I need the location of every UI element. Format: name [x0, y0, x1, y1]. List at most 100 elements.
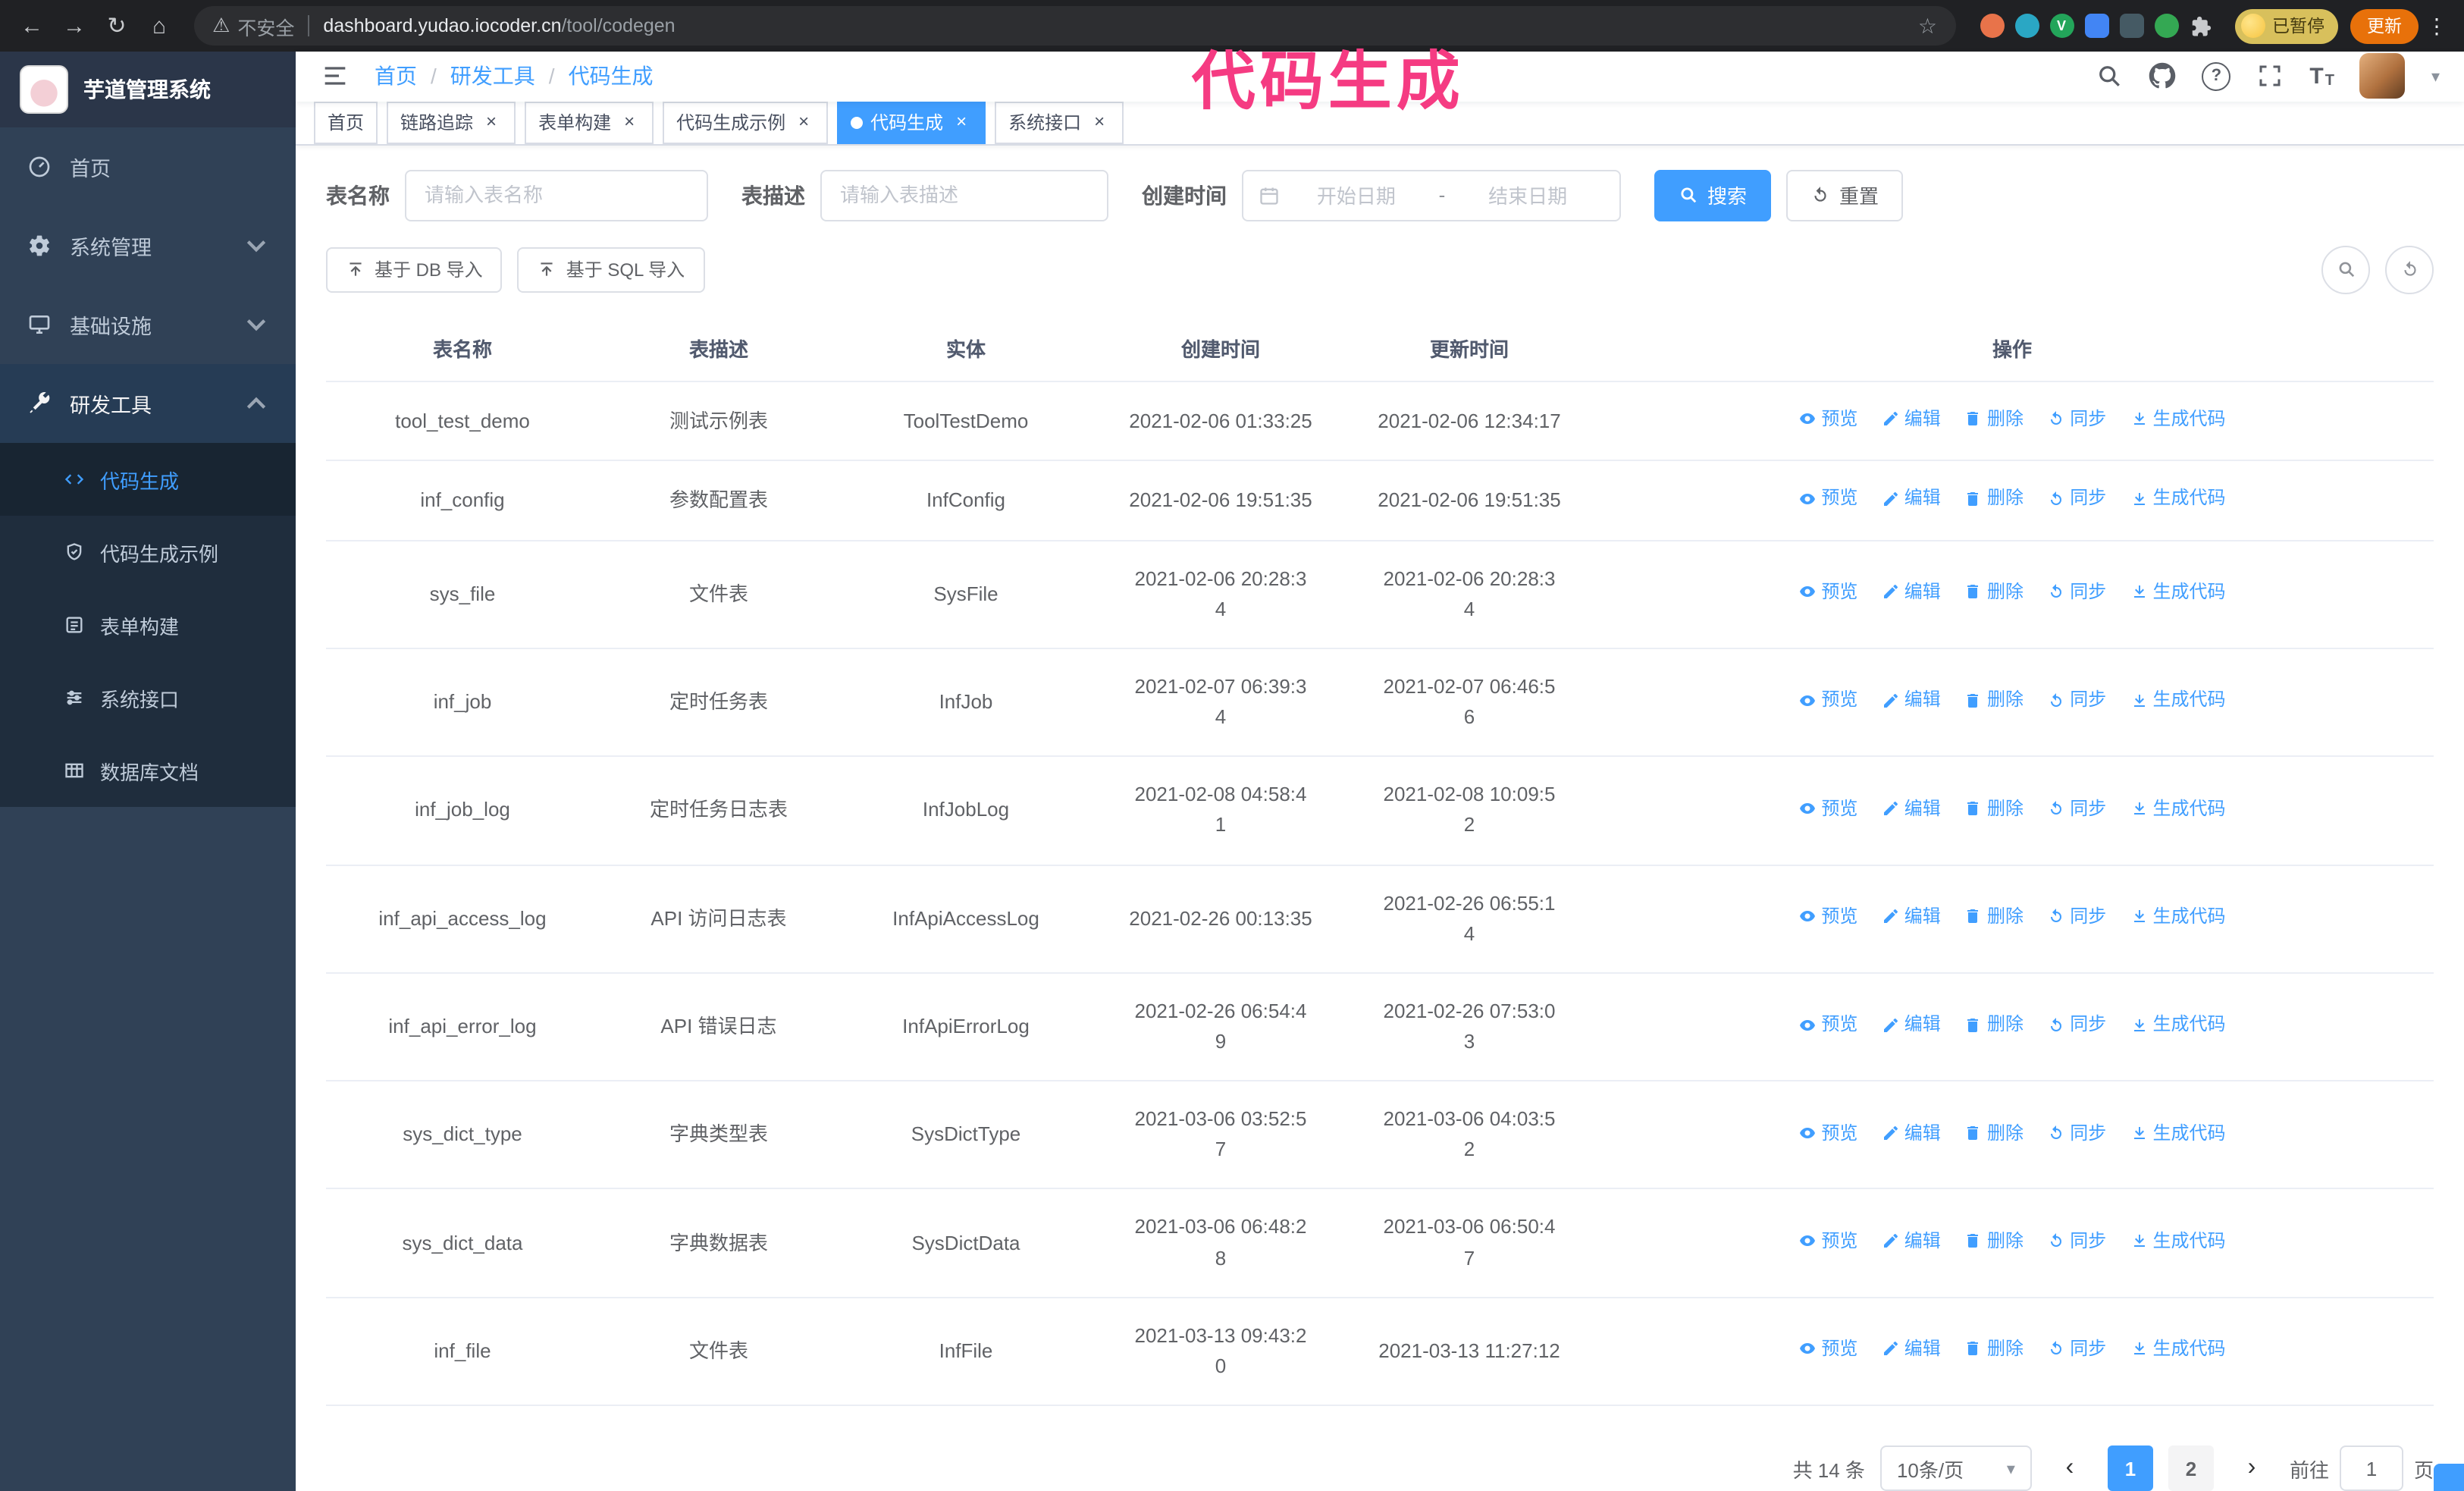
- puzzle-icon[interactable]: [2189, 14, 2213, 38]
- tag-item[interactable]: 代码生成示例 ×: [663, 101, 829, 144]
- page-number-button[interactable]: 1: [2107, 1445, 2153, 1491]
- preview-link[interactable]: 预览: [1798, 405, 1857, 433]
- tag-close-icon[interactable]: ×: [481, 111, 502, 133]
- extension-icon-5[interactable]: [2119, 14, 2143, 38]
- tag-close-icon[interactable]: ×: [619, 111, 640, 133]
- extension-icon-6[interactable]: [2154, 14, 2178, 38]
- corner-floating-button[interactable]: [2434, 1464, 2464, 1491]
- delete-link[interactable]: 删除: [1964, 485, 2024, 513]
- sync-link[interactable]: 同步: [2047, 686, 2106, 714]
- extension-icon-4[interactable]: [2084, 14, 2108, 38]
- sidebar-item-codegen-example[interactable]: 代码生成示例: [0, 516, 296, 589]
- sync-link[interactable]: 同步: [2047, 405, 2106, 433]
- search-button[interactable]: 搜索: [1654, 169, 1772, 221]
- sidebar-item-home[interactable]: 首页: [0, 127, 296, 206]
- tag-close-icon[interactable]: ×: [793, 111, 814, 133]
- generate-code-link[interactable]: 生成代码: [2130, 1227, 2226, 1255]
- tag-close-icon[interactable]: ×: [951, 111, 972, 133]
- generate-code-link[interactable]: 生成代码: [2130, 794, 2226, 822]
- preview-link[interactable]: 预览: [1798, 902, 1857, 931]
- generate-code-link[interactable]: 生成代码: [2130, 1335, 2226, 1363]
- sidebar-item-db-doc[interactable]: 数据库文档: [0, 734, 296, 807]
- tag-item[interactable]: 代码生成 ×: [837, 101, 986, 144]
- goto-page-input[interactable]: [2339, 1445, 2403, 1491]
- sync-link[interactable]: 同步: [2047, 902, 2106, 931]
- edit-link[interactable]: 编辑: [1882, 1119, 1941, 1147]
- tag-item[interactable]: 首页: [314, 101, 378, 144]
- generate-code-link[interactable]: 生成代码: [2130, 1011, 2226, 1039]
- sidebar-item-infra[interactable]: 基础设施: [0, 285, 296, 364]
- preview-link[interactable]: 预览: [1798, 1227, 1857, 1255]
- edit-link[interactable]: 编辑: [1882, 1011, 1941, 1039]
- preview-link[interactable]: 预览: [1798, 485, 1857, 513]
- delete-link[interactable]: 删除: [1964, 1119, 2024, 1147]
- page-size-select[interactable]: 10条/页 ▾: [1879, 1445, 2032, 1491]
- sync-link[interactable]: 同步: [2047, 1227, 2106, 1255]
- delete-link[interactable]: 删除: [1964, 578, 2024, 606]
- extension-icon-1[interactable]: [1980, 14, 2004, 38]
- user-avatar[interactable]: [2359, 53, 2406, 99]
- edit-link[interactable]: 编辑: [1882, 578, 1941, 606]
- avatar-caret-icon[interactable]: ▾: [2431, 67, 2440, 86]
- generate-code-link[interactable]: 生成代码: [2130, 1119, 2226, 1147]
- browser-update-button[interactable]: 更新: [2350, 8, 2419, 43]
- refresh-table-button[interactable]: [2385, 245, 2434, 294]
- preview-link[interactable]: 预览: [1798, 686, 1857, 714]
- profile-paused-chip[interactable]: 已暂停: [2234, 8, 2338, 43]
- import-sql-button[interactable]: 基于 SQL 导入: [517, 246, 705, 293]
- delete-link[interactable]: 删除: [1964, 1011, 2024, 1039]
- reset-button[interactable]: 重置: [1786, 169, 1904, 221]
- generate-code-link[interactable]: 生成代码: [2130, 902, 2226, 931]
- date-range-picker[interactable]: 开始日期 - 结束日期: [1242, 169, 1621, 221]
- browser-refresh-icon[interactable]: ↻: [97, 6, 136, 46]
- sync-link[interactable]: 同步: [2047, 794, 2106, 822]
- edit-link[interactable]: 编辑: [1882, 405, 1941, 433]
- browser-menu-icon[interactable]: ⋮: [2422, 13, 2452, 39]
- browser-forward-icon[interactable]: →: [55, 6, 94, 46]
- generate-code-link[interactable]: 生成代码: [2130, 686, 2226, 714]
- edit-link[interactable]: 编辑: [1882, 902, 1941, 931]
- edit-link[interactable]: 编辑: [1882, 485, 1941, 513]
- extension-icon-2[interactable]: [2014, 14, 2039, 38]
- sync-link[interactable]: 同步: [2047, 578, 2106, 606]
- delete-link[interactable]: 删除: [1964, 686, 2024, 714]
- tag-item[interactable]: 表单构建 ×: [525, 101, 654, 144]
- search-icon[interactable]: [2096, 63, 2123, 90]
- tag-item[interactable]: 链路追踪 ×: [387, 101, 516, 144]
- browser-home-icon[interactable]: ⌂: [140, 6, 179, 46]
- delete-link[interactable]: 删除: [1964, 794, 2024, 822]
- preview-link[interactable]: 预览: [1798, 1335, 1857, 1363]
- page-number-button[interactable]: 2: [2168, 1445, 2214, 1491]
- sidebar-item-codegen[interactable]: 代码生成: [0, 443, 296, 516]
- tag-close-icon[interactable]: ×: [1089, 111, 1110, 133]
- table-desc-input[interactable]: [820, 169, 1108, 221]
- edit-link[interactable]: 编辑: [1882, 794, 1941, 822]
- preview-link[interactable]: 预览: [1798, 1119, 1857, 1147]
- sync-link[interactable]: 同步: [2047, 1011, 2106, 1039]
- logo[interactable]: 芋道管理系统: [0, 52, 296, 127]
- browser-back-icon[interactable]: ←: [12, 6, 52, 46]
- preview-link[interactable]: 预览: [1798, 578, 1857, 606]
- delete-link[interactable]: 删除: [1964, 405, 2024, 433]
- edit-link[interactable]: 编辑: [1882, 1335, 1941, 1363]
- edit-link[interactable]: 编辑: [1882, 686, 1941, 714]
- generate-code-link[interactable]: 生成代码: [2130, 405, 2226, 433]
- font-size-icon[interactable]: TT: [2309, 64, 2334, 89]
- import-db-button[interactable]: 基于 DB 导入: [326, 246, 503, 293]
- bookmark-star-icon[interactable]: ☆: [1918, 13, 1937, 39]
- fullscreen-icon[interactable]: [2256, 63, 2284, 90]
- sidebar-item-system-api[interactable]: 系统接口: [0, 661, 296, 734]
- edit-link[interactable]: 编辑: [1882, 1227, 1941, 1255]
- github-icon[interactable]: [2149, 63, 2176, 90]
- sync-link[interactable]: 同步: [2047, 1335, 2106, 1363]
- next-page-button[interactable]: ›: [2229, 1445, 2274, 1491]
- tag-item[interactable]: 系统接口 ×: [995, 101, 1124, 144]
- delete-link[interactable]: 删除: [1964, 1335, 2024, 1363]
- sidebar-item-form-builder[interactable]: 表单构建: [0, 589, 296, 661]
- sync-link[interactable]: 同步: [2047, 485, 2106, 513]
- preview-link[interactable]: 预览: [1798, 1011, 1857, 1039]
- security-warning[interactable]: ⚠ 不安全: [212, 11, 294, 40]
- sidebar-item-system[interactable]: 系统管理: [0, 206, 296, 285]
- hamburger-icon[interactable]: [320, 61, 350, 92]
- sync-link[interactable]: 同步: [2047, 1119, 2106, 1147]
